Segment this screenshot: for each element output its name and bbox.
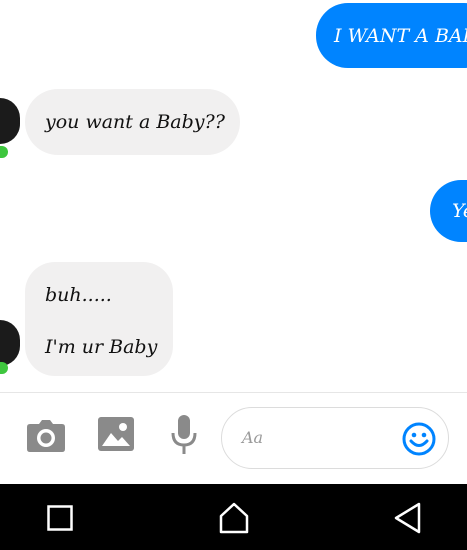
message-text-line: buh.....	[45, 284, 112, 306]
home-icon[interactable]	[219, 502, 249, 534]
message-composer: Aa	[0, 392, 467, 484]
message-text-line: I'm ur Baby	[45, 336, 158, 358]
online-status-dot	[0, 146, 8, 158]
message-input[interactable]: Aa	[221, 407, 449, 469]
recent-apps-icon[interactable]	[47, 505, 73, 531]
message-text: Ye	[452, 200, 467, 222]
message-text: you want a Baby??	[45, 111, 225, 133]
emoji-icon[interactable]	[402, 422, 436, 456]
outgoing-message[interactable]: Ye	[430, 180, 467, 242]
message-input-placeholder: Aa	[242, 428, 264, 447]
back-icon[interactable]	[393, 502, 421, 534]
message-text: I WANT A BAB	[334, 25, 467, 47]
outgoing-message[interactable]: I WANT A BAB	[316, 3, 467, 68]
contact-avatar[interactable]	[0, 98, 20, 144]
microphone-icon[interactable]	[170, 415, 198, 455]
online-status-dot	[0, 362, 8, 374]
contact-avatar[interactable]	[0, 320, 20, 366]
camera-icon[interactable]	[27, 420, 65, 452]
image-icon[interactable]	[98, 417, 134, 451]
message-thread[interactable]: I WANT A BAB you want a Baby?? Ye buh...…	[0, 0, 467, 392]
incoming-message[interactable]: you want a Baby??	[25, 89, 240, 155]
system-navigation-bar	[0, 484, 467, 550]
incoming-message[interactable]: buh..... I'm ur Baby	[25, 262, 173, 376]
